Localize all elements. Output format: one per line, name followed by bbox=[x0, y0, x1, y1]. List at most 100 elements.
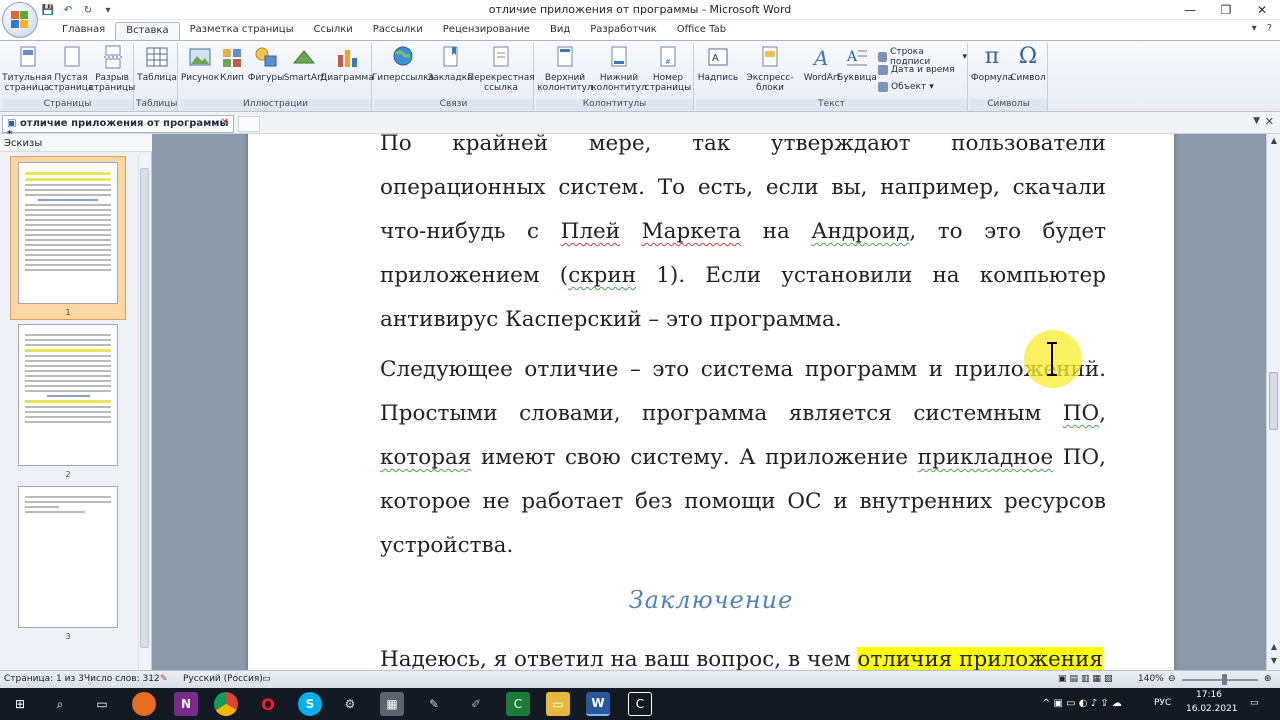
symbol-button[interactable]: Ω Символ bbox=[1010, 44, 1046, 84]
svg-text:A: A bbox=[846, 49, 858, 65]
close-button[interactable]: ✕ bbox=[1244, 0, 1280, 20]
clip-art-icon bbox=[219, 45, 245, 69]
search-icon[interactable]: ⌕ bbox=[48, 692, 72, 716]
tray-icons[interactable]: ^ ▣ ▭ ◐ ♪ ⇪ ☁ bbox=[1042, 698, 1122, 709]
language[interactable]: Русский (Россия) bbox=[183, 674, 263, 684]
omega-icon: Ω bbox=[1018, 44, 1038, 69]
close-tab-icon[interactable]: ✕ bbox=[221, 117, 229, 128]
settings-icon[interactable]: ⚙ bbox=[338, 692, 362, 716]
wordart-button[interactable]: A WordArt bbox=[802, 45, 842, 83]
pen-tool-icon[interactable]: ✎ bbox=[422, 692, 446, 716]
file-explorer-icon[interactable]: ▭ bbox=[546, 692, 570, 716]
text-cursor-icon bbox=[1047, 342, 1057, 376]
tab-references[interactable]: Ссылки bbox=[303, 22, 362, 40]
pencil-icon[interactable]: ✐ bbox=[464, 692, 488, 716]
notifications-icon[interactable]: ▭ bbox=[1250, 698, 1259, 708]
footer-button[interactable]: Нижний колонтитул bbox=[591, 45, 647, 93]
opera-icon[interactable]: O bbox=[256, 692, 280, 716]
zoom-in-icon[interactable]: ⊕ bbox=[1264, 674, 1272, 684]
prev-page-icon[interactable]: ▲ bbox=[1267, 640, 1280, 654]
tab-list-icon[interactable]: ▼ bbox=[1253, 116, 1260, 126]
document-page[interactable]: По крайней мере, так утверждают пользова… bbox=[248, 134, 1174, 670]
new-tab-button[interactable] bbox=[238, 116, 260, 132]
vertical-scrollbar[interactable]: ▲ ▲ ▼ bbox=[1266, 134, 1280, 670]
shapes-button[interactable]: Фигуры bbox=[248, 45, 284, 83]
table-button[interactable]: Таблица bbox=[137, 45, 177, 83]
office-button[interactable] bbox=[2, 2, 38, 38]
object-button[interactable]: Объект ▾ bbox=[878, 82, 934, 92]
cover-page-button[interactable]: Титульная страница bbox=[2, 45, 52, 93]
cover-page-icon bbox=[14, 45, 40, 69]
smartart-button[interactable]: SmartArt bbox=[284, 45, 324, 83]
tab-view[interactable]: Вид bbox=[540, 22, 580, 40]
input-language[interactable]: РУС bbox=[1154, 698, 1171, 708]
picture-button[interactable]: Рисунок bbox=[181, 45, 219, 83]
page-break-button[interactable]: Разрыв страницы bbox=[89, 45, 135, 93]
task-view-icon[interactable]: ▭ bbox=[90, 692, 114, 716]
clock-time[interactable]: 17:16 bbox=[1196, 690, 1222, 700]
cross-reference-button[interactable]: Перекрестная ссылка bbox=[467, 45, 535, 93]
macro-icon[interactable]: ▭ bbox=[262, 674, 271, 684]
tab-page-layout[interactable]: Разметка страницы bbox=[180, 22, 304, 40]
date-time-button[interactable]: Дата и время bbox=[878, 65, 955, 75]
clip-button[interactable]: Клип bbox=[218, 45, 246, 83]
calculator-icon[interactable]: ▦ bbox=[380, 692, 404, 716]
recorder-icon[interactable]: C bbox=[628, 692, 652, 716]
tab-mailings[interactable]: Рассылки bbox=[363, 22, 433, 40]
windows-start-icon[interactable]: ⊞ bbox=[8, 692, 32, 716]
hyperlink-button[interactable]: Гиперссылка bbox=[372, 45, 434, 83]
paragraph-3: Надеюсь, я ответил на ваш вопрос, в чем … bbox=[380, 647, 1103, 670]
thumbnail-page-2[interactable] bbox=[18, 324, 118, 466]
zoom-out-icon[interactable]: ⊖ bbox=[1168, 674, 1176, 684]
tab-developer[interactable]: Разработчик bbox=[580, 22, 667, 40]
ribbon-options-icon[interactable]: ▾ bbox=[1252, 23, 1257, 34]
tab-office-tab[interactable]: Office Tab bbox=[667, 22, 736, 40]
scroll-thumb[interactable] bbox=[1269, 372, 1278, 430]
maximize-button[interactable]: ❐ bbox=[1208, 0, 1244, 20]
group-pages: Титульная страница Пустая страница Разры… bbox=[2, 43, 135, 111]
thumbnail-page-3[interactable] bbox=[18, 486, 118, 628]
tab-home[interactable]: Главная bbox=[52, 22, 115, 40]
tab-insert[interactable]: Вставка bbox=[115, 22, 180, 40]
skype-icon[interactable]: S bbox=[298, 692, 322, 716]
equation-button[interactable]: π Формула bbox=[971, 45, 1013, 84]
page-count[interactable]: Страница: 1 из 3 bbox=[4, 674, 84, 684]
word-count[interactable]: Число слов: 312 bbox=[84, 674, 160, 684]
chrome-icon[interactable] bbox=[214, 692, 238, 716]
camtasia-icon[interactable]: C bbox=[506, 692, 530, 716]
zoom-slider-thumb[interactable] bbox=[1222, 674, 1227, 685]
help-icon[interactable]: ? bbox=[1267, 23, 1272, 34]
thumbnails-scrollbar[interactable] bbox=[138, 154, 150, 670]
table-icon bbox=[144, 45, 170, 69]
textbox-icon: A bbox=[705, 45, 731, 69]
view-buttons[interactable]: ▣▤▥▦▧ bbox=[1058, 674, 1116, 684]
zoom-level[interactable]: 140% bbox=[1138, 674, 1164, 684]
zoom-slider[interactable] bbox=[1182, 679, 1258, 681]
textbox-button[interactable]: A Надпись bbox=[698, 45, 738, 83]
blank-page-button[interactable]: Пустая страница bbox=[49, 45, 93, 93]
minimize-button[interactable]: — bbox=[1172, 0, 1208, 20]
firefox-icon[interactable] bbox=[132, 692, 156, 716]
thumbnails-scroll-thumb[interactable] bbox=[140, 168, 149, 648]
signature-line-button[interactable]: Строка подписи ▾ bbox=[878, 47, 967, 67]
chart-button[interactable]: Диаграмма bbox=[320, 45, 374, 83]
calendar-icon bbox=[878, 65, 888, 75]
word-taskbar-icon[interactable]: W bbox=[586, 692, 610, 716]
onenote-icon[interactable]: N bbox=[174, 692, 198, 716]
header-icon bbox=[552, 45, 578, 69]
cursor-highlight bbox=[1024, 330, 1082, 388]
scroll-up-icon[interactable]: ▲ bbox=[1267, 134, 1280, 148]
header-button[interactable]: Верхний колонтитул bbox=[537, 45, 593, 93]
document-tab[interactable]: ▣ отличие приложения от программы * ✕ bbox=[2, 115, 234, 140]
close-doc-icon[interactable]: ✕ bbox=[1265, 115, 1274, 128]
next-page-icon[interactable]: ▼ bbox=[1267, 654, 1280, 668]
clock-date[interactable]: 16.02.2021 bbox=[1186, 704, 1238, 714]
quick-parts-button[interactable]: Экспресс-блоки bbox=[738, 45, 802, 93]
thumbnail-page-1[interactable] bbox=[18, 162, 118, 304]
dropcap-button[interactable]: A Буквица bbox=[837, 45, 877, 83]
page-number-button[interactable]: # Номер страницы bbox=[644, 45, 692, 93]
spelling-icon[interactable]: ✎ bbox=[160, 674, 168, 684]
wordart-icon: A bbox=[809, 45, 835, 70]
bookmark-button[interactable]: Закладка bbox=[427, 45, 473, 83]
tab-review[interactable]: Рецензирование bbox=[433, 22, 540, 40]
